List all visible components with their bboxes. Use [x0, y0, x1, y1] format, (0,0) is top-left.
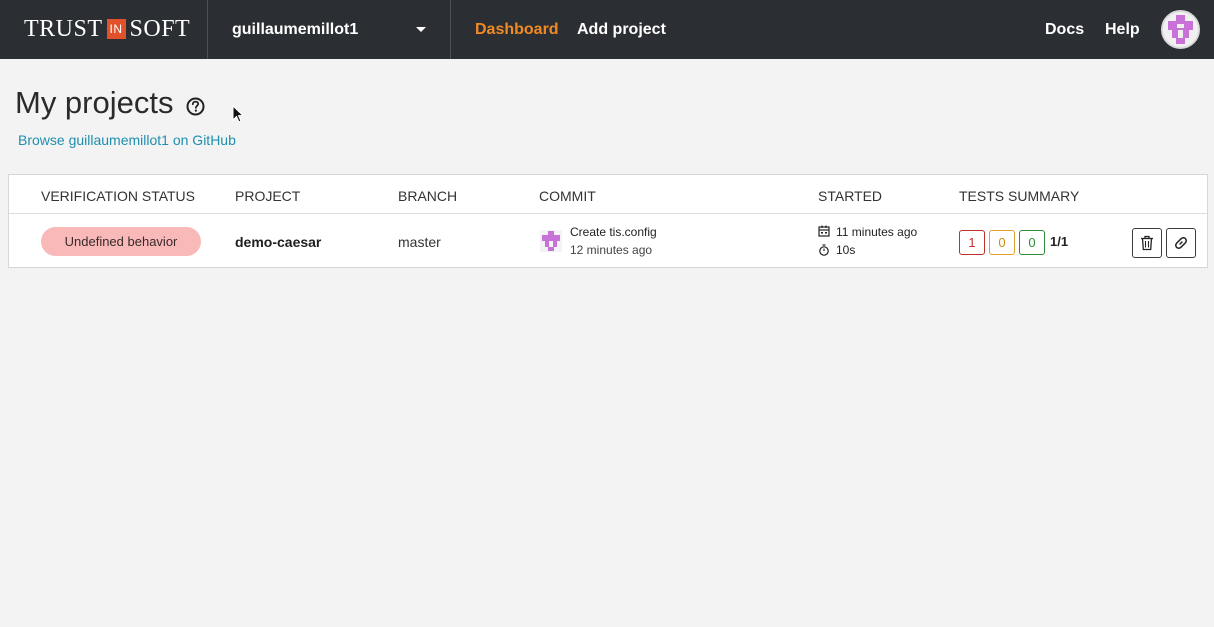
- commit-author-avatar-icon: [540, 230, 562, 252]
- column-header-tests-summary[interactable]: Tests summary: [959, 188, 1079, 204]
- column-header-verification-status[interactable]: Verification status: [41, 188, 195, 204]
- status-badge[interactable]: Undefined behavior: [41, 227, 201, 256]
- question-circle-icon[interactable]: [186, 97, 205, 116]
- column-header-branch[interactable]: Branch: [398, 188, 457, 204]
- started-time: 11 minutes ago: [836, 225, 918, 239]
- branch-name: master: [398, 234, 441, 250]
- caret-down-icon: [416, 27, 426, 32]
- table-row[interactable]: Undefined behavior demo-caesar master Cr…: [9, 214, 1207, 268]
- trustinsoft-logo[interactable]: TRUST IN SOFT: [24, 16, 190, 42]
- link-icon: [1175, 237, 1187, 249]
- organization-name: guillaumemillot1: [232, 20, 359, 38]
- page-title: My projects: [15, 85, 174, 120]
- nav-add-project[interactable]: Add project: [577, 0, 666, 59]
- mouse-cursor-icon: [232, 105, 244, 123]
- table-header: Verification status Project Branch Commi…: [9, 175, 1207, 214]
- column-header-started[interactable]: Started: [818, 188, 882, 204]
- trash-icon: [1141, 235, 1153, 251]
- copy-link-button[interactable]: [1166, 228, 1196, 258]
- delete-project-button[interactable]: [1132, 228, 1162, 258]
- stopwatch-icon: [819, 244, 829, 256]
- tests-passed-count[interactable]: 0: [1019, 230, 1045, 255]
- projects-table: Verification status Project Branch Commi…: [8, 174, 1208, 268]
- tests-warning-count[interactable]: 0: [989, 230, 1015, 255]
- commit-time: 12 minutes ago: [570, 243, 653, 257]
- logo-text-right: SOFT: [129, 15, 191, 42]
- nav-docs[interactable]: Docs: [1045, 0, 1084, 59]
- logo-text-mid: IN: [106, 19, 126, 39]
- nav-dashboard[interactable]: Dashboard: [475, 0, 559, 59]
- organization-select[interactable]: guillaumemillot1: [208, 0, 450, 59]
- user-avatar-icon[interactable]: [1161, 10, 1200, 49]
- top-navbar: TRUST IN SOFT guillaumemillot1 Dashboard…: [0, 0, 1214, 59]
- column-header-project[interactable]: Project: [235, 188, 300, 204]
- browse-github-link[interactable]: Browse guillaumemillot1 on GitHub: [18, 132, 236, 148]
- commit-message[interactable]: Create tis.config: [570, 225, 657, 239]
- column-header-commit[interactable]: Commit: [539, 188, 596, 204]
- navbar-divider: [450, 0, 451, 59]
- run-duration: 10s: [836, 243, 856, 257]
- tests-ratio: 1/1: [1050, 234, 1069, 249]
- logo-text-left: TRUST: [24, 15, 103, 42]
- project-name[interactable]: demo-caesar: [235, 234, 321, 250]
- nav-help[interactable]: Help: [1105, 0, 1140, 59]
- tests-failed-count[interactable]: 1: [959, 230, 985, 255]
- calendar-icon: [818, 225, 830, 237]
- identicon-graphic: [1163, 12, 1198, 47]
